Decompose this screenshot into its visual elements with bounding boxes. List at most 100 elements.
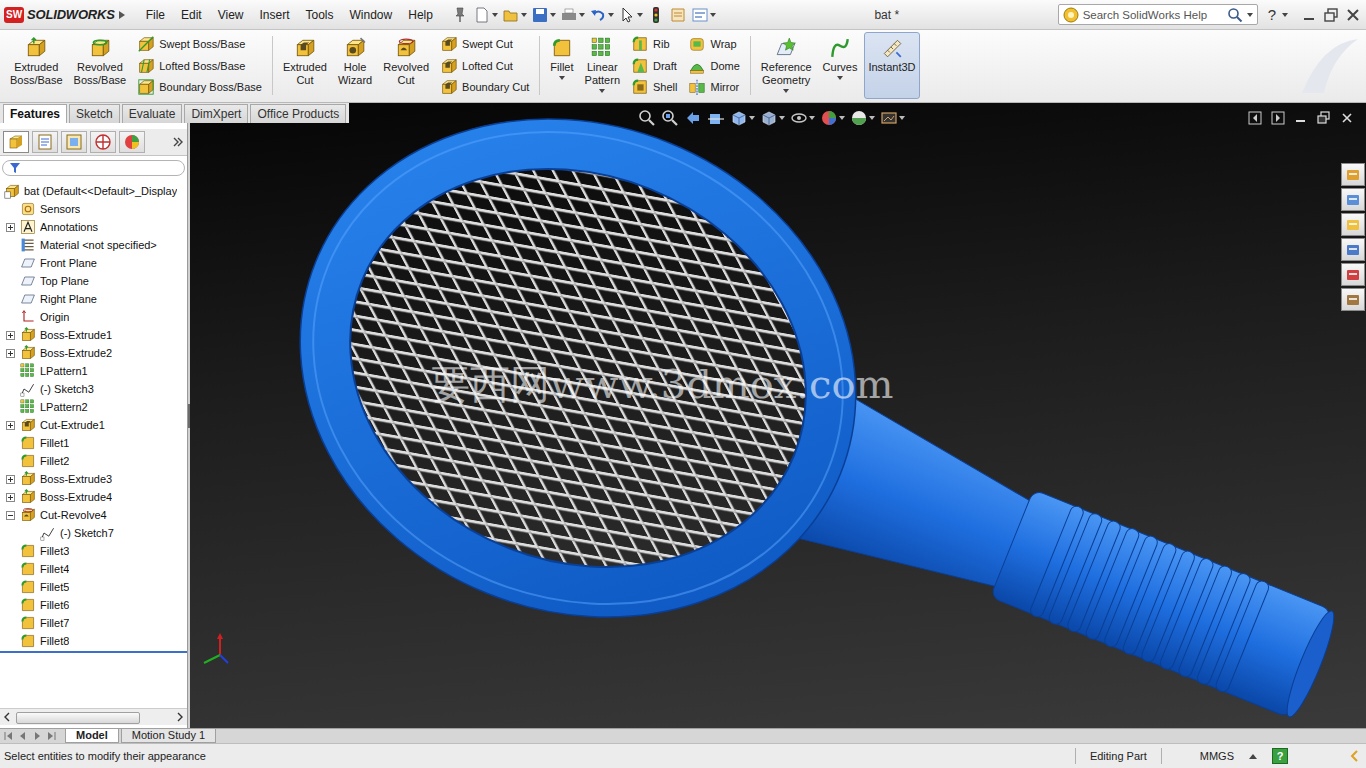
racket-model[interactable]: [190, 103, 1366, 728]
graphics-area[interactable]: 要西网www.3dmox.com: [190, 103, 1366, 728]
scroll-left-icon[interactable]: [0, 710, 14, 724]
apply-scene-button[interactable]: [850, 109, 875, 127]
hide-show-button[interactable]: [790, 109, 815, 127]
tree-item[interactable]: Cut-Extrude1: [0, 416, 187, 434]
collapse-right-icon[interactable]: [1271, 111, 1285, 125]
edit-appearance-button[interactable]: [820, 109, 845, 127]
rollback-bar[interactable]: [0, 651, 187, 653]
ribbon-button[interactable]: RevolvedCut: [379, 32, 433, 99]
task-pane-tab[interactable]: [1341, 263, 1365, 286]
ribbon-button[interactable]: ReferenceGeometry: [757, 32, 816, 99]
previous-view-button[interactable]: [684, 109, 702, 127]
menu-item[interactable]: Edit: [173, 6, 210, 24]
select-button[interactable]: [618, 6, 643, 24]
save-button[interactable]: [531, 6, 556, 24]
tree-item[interactable]: Fillet2: [0, 452, 187, 470]
open-button[interactable]: [502, 6, 527, 24]
bottom-tab[interactable]: Motion Study 1: [121, 729, 216, 743]
command-tab[interactable]: Features: [3, 104, 67, 123]
dropdown-caret[interactable]: [779, 116, 785, 120]
panel-tab[interactable]: [119, 131, 145, 153]
dropdown-caret[interactable]: [637, 13, 643, 17]
dropdown-caret[interactable]: [559, 76, 565, 80]
tree-item[interactable]: Origin: [0, 308, 187, 326]
ribbon-button[interactable]: RevolvedBoss/Base: [70, 32, 131, 99]
tree-item[interactable]: Top Plane: [0, 272, 187, 290]
command-tab[interactable]: DimXpert: [184, 104, 248, 123]
restore-icon[interactable]: [1322, 7, 1340, 23]
horizontal-scrollbar[interactable]: [0, 708, 187, 725]
bottom-tab[interactable]: Model: [65, 729, 119, 743]
menu-item[interactable]: File: [138, 6, 173, 24]
tree-item[interactable]: Right Plane: [0, 290, 187, 308]
filter-field[interactable]: [2, 160, 185, 176]
command-tab[interactable]: Evaluate: [122, 104, 183, 123]
units-up-arrow-icon[interactable]: [1248, 751, 1258, 761]
ribbon-button[interactable]: LinearPattern: [581, 32, 624, 99]
dropdown-caret[interactable]: [839, 116, 845, 120]
close-icon[interactable]: [1344, 7, 1362, 23]
search-box[interactable]: Search SolidWorks Help: [1058, 4, 1258, 25]
ribbon-small-button[interactable]: Swept Boss/Base: [133, 33, 266, 55]
menu-item[interactable]: Insert: [252, 6, 298, 24]
search-dropdown-caret[interactable]: [1247, 13, 1253, 17]
task-pane-tab[interactable]: [1341, 188, 1365, 211]
more-tabs-icon[interactable]: [172, 136, 184, 148]
dropdown-caret[interactable]: [837, 76, 843, 80]
tree-item[interactable]: Fillet6: [0, 596, 187, 614]
expand-icon[interactable]: [6, 493, 15, 502]
rebuild-button[interactable]: [647, 6, 665, 24]
menu-item[interactable]: Window: [342, 6, 401, 24]
collapse-arrow-icon[interactable]: [1348, 749, 1362, 763]
tree-item[interactable]: Annotations: [0, 218, 187, 236]
dropdown-caret[interactable]: [521, 13, 527, 17]
ribbon-small-button[interactable]: Wrap: [684, 33, 743, 55]
ribbon-small-button[interactable]: Lofted Boss/Base: [133, 55, 266, 77]
ribbon-small-button[interactable]: Mirror: [684, 76, 743, 98]
print-button[interactable]: [560, 6, 585, 24]
display-style-button[interactable]: [760, 109, 785, 127]
ribbon-button[interactable]: ExtrudedCut: [279, 32, 331, 99]
dropdown-caret[interactable]: [550, 13, 556, 17]
dropdown-caret[interactable]: [783, 89, 789, 93]
tree-item[interactable]: Fillet4: [0, 560, 187, 578]
restore-icon[interactable]: [1317, 111, 1331, 125]
tree-item[interactable]: Fillet1: [0, 434, 187, 452]
command-tab[interactable]: Office Products: [250, 104, 346, 123]
options-button[interactable]: [691, 6, 716, 24]
minimize-icon[interactable]: [1300, 7, 1318, 23]
dropdown-caret[interactable]: [608, 13, 614, 17]
undo-button[interactable]: [589, 6, 614, 24]
expander[interactable]: [4, 331, 16, 340]
panel-tab[interactable]: [3, 131, 29, 153]
next-tab-icon[interactable]: [31, 730, 43, 742]
solidworks-logo[interactable]: SW SOLIDWORKS: [4, 7, 134, 23]
expander[interactable]: [4, 511, 16, 520]
close-icon[interactable]: [1340, 111, 1354, 125]
help-button[interactable]: ?: [1262, 6, 1278, 23]
dropdown-caret[interactable]: [809, 116, 815, 120]
tree-item[interactable]: Sensors: [0, 200, 187, 218]
status-help-button[interactable]: ?: [1272, 748, 1288, 764]
expander[interactable]: [4, 349, 16, 358]
menu-item[interactable]: Help: [400, 6, 441, 24]
zoom-area-button[interactable]: [661, 109, 679, 127]
dropdown-caret[interactable]: [599, 89, 605, 93]
expand-icon[interactable]: [6, 475, 15, 484]
task-pane-tab[interactable]: [1341, 238, 1365, 261]
ribbon-small-button[interactable]: Boundary Cut: [436, 76, 533, 98]
expand-icon[interactable]: [6, 331, 15, 340]
ribbon-small-button[interactable]: Swept Cut: [436, 33, 533, 55]
previous-tab-icon[interactable]: [17, 730, 29, 742]
zoom-fit-button[interactable]: [638, 109, 656, 127]
tree-item[interactable]: Front Plane: [0, 254, 187, 272]
expand-icon[interactable]: [6, 349, 15, 358]
scroll-right-icon[interactable]: [173, 710, 187, 724]
tree-item[interactable]: Boss-Extrude1: [0, 326, 187, 344]
expander[interactable]: [4, 475, 16, 484]
first-tab-icon[interactable]: [3, 730, 15, 742]
ribbon-small-button[interactable]: Dome: [684, 55, 743, 77]
help-dropdown-caret[interactable]: [1282, 13, 1288, 17]
dropdown-caret[interactable]: [869, 116, 875, 120]
ribbon-small-button[interactable]: Rib: [627, 33, 681, 55]
